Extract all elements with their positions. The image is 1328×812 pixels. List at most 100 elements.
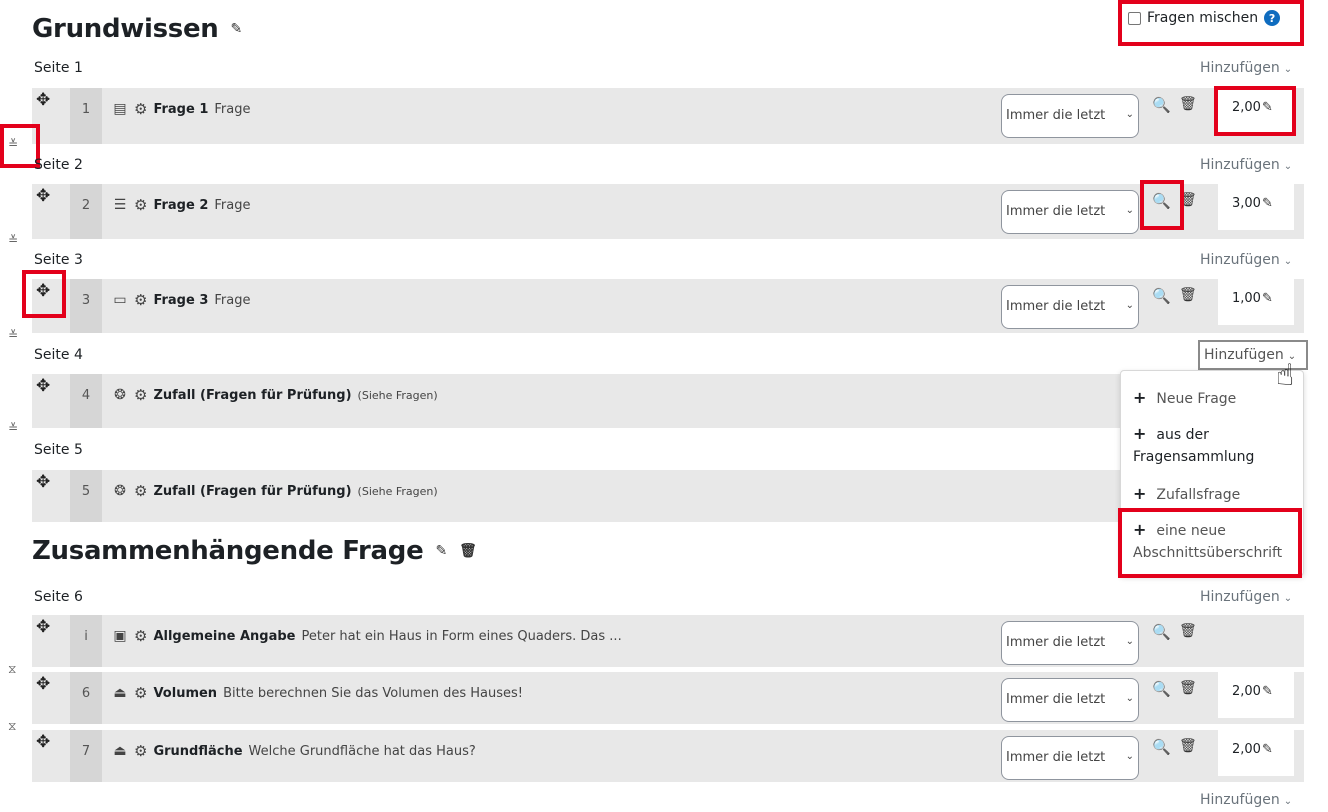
- move-icon[interactable]: ✥: [36, 617, 50, 637]
- add-menu-link[interactable]: Hinzufügen ⌄: [1200, 60, 1292, 76]
- question-row-1: ✥ 1 ▤ ⚙ Frage 1 Frage Immer die letzt ⌄ 🔍…: [32, 88, 1304, 144]
- shortanswer-icon: ▭: [113, 292, 127, 308]
- question-number: 7: [70, 730, 102, 782]
- gear-icon[interactable]: ⚙: [134, 627, 147, 645]
- delete-icon[interactable]: 🗑: [1179, 680, 1197, 696]
- question-text: Frage: [214, 101, 251, 117]
- question-name[interactable]: Frage 3: [153, 293, 208, 308]
- essay-icon: ▤: [113, 101, 127, 117]
- page-label: Seite 1: [34, 60, 83, 76]
- section-heading-grundwissen: Grundwissen ✎: [32, 14, 242, 44]
- gear-icon[interactable]: ⚙: [134, 386, 147, 404]
- move-icon[interactable]: ✥: [36, 732, 50, 752]
- edit-heading-icon[interactable]: ✎: [231, 21, 243, 37]
- highlight-box-shuffle: [1118, 0, 1304, 46]
- gear-icon[interactable]: ⚙: [134, 100, 147, 118]
- question-number: i: [70, 615, 102, 667]
- gear-icon[interactable]: ⚙: [134, 482, 147, 500]
- dependency-select[interactable]: Immer die letzt ⌄: [1001, 678, 1139, 722]
- page-break-icon[interactable]: ⧖: [8, 663, 16, 675]
- question-name[interactable]: Zufall (Fragen für Prüfung): [153, 484, 351, 499]
- gear-icon[interactable]: ⚙: [134, 684, 147, 702]
- highlight-box-move: [22, 270, 66, 318]
- dependency-select[interactable]: Immer die letzt ⌄: [1001, 736, 1139, 780]
- page-label: Seite 4: [34, 347, 83, 363]
- section-title: Zusammenhängende Frage: [32, 536, 424, 566]
- numerical-icon: ⏏: [113, 743, 127, 759]
- gear-icon[interactable]: ⚙: [134, 291, 147, 309]
- preview-icon[interactable]: 🔍: [1152, 738, 1171, 756]
- add-menu-link[interactable]: Hinzufügen ⌄: [1200, 157, 1292, 173]
- gear-icon[interactable]: ⚙: [134, 742, 147, 760]
- max-mark[interactable]: 3,00✎: [1218, 184, 1294, 230]
- page-label: Seite 6: [34, 589, 83, 605]
- question-text[interactable]: (Siehe Fragen): [358, 389, 438, 402]
- max-mark[interactable]: 2,00✎: [1218, 672, 1294, 718]
- question-text: Bitte berechnen Sie das Volumen des Haus…: [223, 685, 523, 701]
- question-name[interactable]: Allgemeine Angabe: [153, 629, 295, 644]
- menu-item-new-question[interactable]: + Neue Frage: [1133, 387, 1236, 410]
- page-break-icon[interactable]: ≚: [8, 422, 18, 434]
- plus-icon: +: [1133, 484, 1147, 503]
- edit-mark-icon: ✎: [1261, 742, 1273, 757]
- question-number: 3: [70, 279, 102, 333]
- dependency-select[interactable]: Immer die letzt ⌄: [1001, 285, 1139, 329]
- page-label: Seite 2: [34, 157, 83, 173]
- add-menu-link[interactable]: Hinzufügen ⌄: [1200, 589, 1292, 605]
- preview-icon[interactable]: 🔍: [1152, 680, 1171, 698]
- move-icon[interactable]: ✥: [36, 472, 50, 492]
- move-icon[interactable]: ✥: [36, 90, 50, 110]
- page-break-icon[interactable]: ≚: [8, 329, 18, 341]
- preview-icon[interactable]: 🔍: [1152, 96, 1171, 114]
- delete-icon[interactable]: 🗑: [1179, 287, 1197, 303]
- section-title: Grundwissen: [32, 14, 219, 44]
- question-text: Welche Grundfläche hat das Haus?: [248, 743, 476, 759]
- question-number: 4: [70, 374, 102, 428]
- page-label: Seite 5: [34, 442, 83, 458]
- delete-icon[interactable]: 🗑: [1179, 738, 1197, 754]
- page-label: Seite 3: [34, 252, 83, 268]
- menu-item-random[interactable]: + Zufallsfrage: [1133, 483, 1240, 506]
- delete-heading-icon[interactable]: 🗑: [459, 543, 477, 559]
- question-text[interactable]: (Siehe Fragen): [358, 485, 438, 498]
- dependency-select[interactable]: Immer die letzt ⌄: [1001, 94, 1139, 138]
- gear-icon[interactable]: ⚙: [134, 196, 147, 214]
- page-break-icon[interactable]: ⧖: [8, 720, 16, 732]
- random-icon: ❂: [114, 387, 126, 403]
- dependency-select[interactable]: Immer die letzt ⌄: [1001, 190, 1139, 234]
- numerical-icon: ⏏: [113, 685, 127, 701]
- delete-icon[interactable]: 🗑: [1179, 623, 1197, 639]
- plus-icon: +: [1133, 424, 1147, 443]
- move-icon[interactable]: ✥: [36, 376, 50, 396]
- question-name[interactable]: Frage 1: [153, 102, 208, 117]
- question-name[interactable]: Grundfläche: [153, 744, 242, 759]
- question-number: 1: [70, 88, 102, 144]
- move-icon[interactable]: ✥: [36, 186, 50, 206]
- plus-icon: +: [1133, 388, 1147, 407]
- question-name[interactable]: Zufall (Fragen für Prüfung): [153, 388, 351, 403]
- question-text: Peter hat ein Haus in Form eines Quaders…: [301, 628, 622, 644]
- question-name[interactable]: Volumen: [153, 686, 217, 701]
- question-row-2: ✥ 2 ☰ ⚙ Frage 2 Frage Immer die letzt ⌄ 🔍…: [32, 184, 1304, 239]
- question-text: Frage: [214, 292, 251, 308]
- move-icon[interactable]: ✥: [36, 674, 50, 694]
- preview-icon[interactable]: 🔍: [1152, 287, 1171, 305]
- question-name[interactable]: Frage 2: [153, 198, 208, 213]
- add-menu-link[interactable]: Hinzufügen ⌄: [1200, 252, 1292, 268]
- preview-icon[interactable]: 🔍: [1152, 623, 1171, 641]
- question-text: Frage: [214, 197, 251, 213]
- delete-icon[interactable]: 🗑: [1179, 96, 1197, 112]
- edit-mark-icon: ✎: [1261, 196, 1273, 211]
- random-icon: ❂: [114, 483, 126, 499]
- description-icon: ▣: [113, 628, 127, 644]
- page-break-icon[interactable]: ≚: [8, 234, 18, 246]
- dependency-select[interactable]: Immer die letzt ⌄: [1001, 621, 1139, 665]
- edit-heading-icon[interactable]: ✎: [435, 543, 447, 559]
- add-menu-link[interactable]: Hinzufügen ⌄: [1200, 792, 1292, 808]
- question-number: 2: [70, 184, 102, 239]
- max-mark[interactable]: 1,00✎: [1218, 279, 1294, 325]
- edit-mark-icon: ✎: [1261, 684, 1273, 699]
- question-number: 5: [70, 470, 102, 522]
- menu-item-from-bank[interactable]: + aus der Fragensammlung: [1133, 423, 1254, 468]
- max-mark[interactable]: 2,00✎: [1218, 730, 1294, 776]
